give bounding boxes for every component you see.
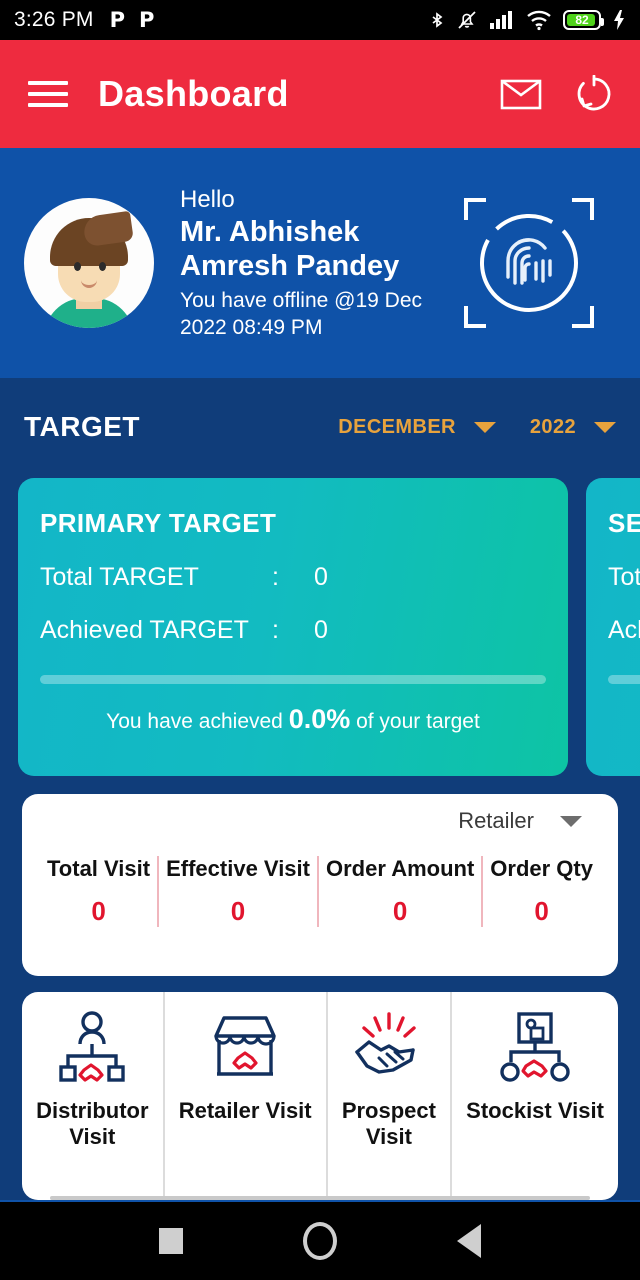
retailer-shop-icon xyxy=(206,1008,284,1090)
year-dropdown-value: 2022 xyxy=(529,415,576,438)
visit-type-value: Retailer xyxy=(458,808,534,833)
profile-section: Hello Mr. Abhishek Amresh Pandey You hav… xyxy=(0,148,640,378)
target-section-title: TARGET xyxy=(24,411,141,442)
stat-value: 0 xyxy=(230,896,246,926)
stockist-visit-icon xyxy=(497,1008,573,1090)
year-dropdown[interactable]: 2022 xyxy=(530,416,616,439)
visit-action-label: Stockist Visit xyxy=(466,1098,604,1123)
progress-prefix: You have achieved xyxy=(106,710,289,733)
colon-separator: : xyxy=(272,563,279,591)
achieved-target-row: Achieved TARGET : 0 xyxy=(40,616,546,645)
phone-screen: 3:26 PM P P 82 Dashboard Hello Mr. Abhis… xyxy=(0,0,640,1280)
charging-bolt-icon xyxy=(614,10,624,30)
recents-square-icon[interactable] xyxy=(159,1228,183,1254)
progress-caption: You have achieved 0.0% of your target xyxy=(40,704,546,735)
stat-effective-visit: Effective Visit 0 xyxy=(157,856,317,927)
achieved-target-label: Achieved TARGET xyxy=(608,616,640,644)
home-circle-icon[interactable] xyxy=(303,1222,337,1260)
prospect-handshake-icon xyxy=(349,1008,429,1090)
battery-icon: 82 xyxy=(563,10,604,30)
total-target-row: Total TARGET : 0 xyxy=(40,563,546,592)
android-navigation-bar xyxy=(0,1202,640,1280)
month-dropdown-value: DECEMBER xyxy=(338,415,456,438)
chevron-down-icon xyxy=(473,421,496,433)
stat-order-amount: Order Amount 0 xyxy=(316,856,481,927)
target-header: TARGET DECEMBER 2022 xyxy=(0,378,640,476)
back-triangle-icon[interactable] xyxy=(457,1224,481,1258)
stat-label: Total Visit xyxy=(47,856,151,881)
app-bar: Dashboard xyxy=(0,40,640,148)
achieved-target-row: Achieved TARGET : 0 xyxy=(608,616,640,645)
stat-value: 0 xyxy=(91,896,106,926)
achieved-target-label: Achieved TARGET xyxy=(40,616,249,644)
prospect-visit-button[interactable]: Prospect Visit xyxy=(325,992,450,1200)
mail-icon[interactable] xyxy=(500,77,542,111)
offline-status-text: You have offline @19 Dec 2022 08:49 PM xyxy=(180,289,422,339)
status-bar: 3:26 PM P P 82 xyxy=(0,0,640,40)
page-title: Dashboard xyxy=(98,73,289,114)
user-avatar[interactable] xyxy=(24,198,154,328)
greeting-label: Hello xyxy=(180,186,235,214)
retailer-visit-button[interactable]: Retailer Visit xyxy=(162,992,326,1200)
scroll-indicator xyxy=(50,1196,590,1200)
app-badge-p-2: P xyxy=(139,7,155,32)
stat-order-qty: Order Qty 0 xyxy=(481,856,600,927)
status-bar-notification-icons: P P xyxy=(109,7,155,32)
user-name: Mr. Abhishek Amresh Pandey xyxy=(180,216,400,283)
target-cards-carousel[interactable]: PRIMARY TARGET Total TARGET : 0 Achieved… xyxy=(18,478,640,776)
progress-bar xyxy=(608,675,640,684)
visit-type-dropdown[interactable]: Retailer xyxy=(40,808,600,834)
battery-percent-label: 82 xyxy=(575,13,589,27)
stat-label: Order Amount xyxy=(325,856,475,881)
visit-actions-card: Distributor Visit Retailer Visit Prospec… xyxy=(22,992,618,1200)
primary-target-card[interactable]: PRIMARY TARGET Total TARGET : 0 Achieved… xyxy=(18,478,568,776)
progress-caption: You have achieved 0.0% of your target xyxy=(608,704,640,735)
app-badge-p-1: P xyxy=(109,7,126,32)
stat-label: Effective Visit xyxy=(166,856,310,881)
status-bar-clock: 3:26 PM xyxy=(14,8,94,31)
stat-value: 0 xyxy=(392,896,408,926)
secondary-target-card[interactable]: SECONDARY TARGET Total TARGET : 0 Achiev… xyxy=(586,478,640,776)
total-target-label: Total TARGET xyxy=(40,563,199,591)
achieved-target-value: 0 xyxy=(314,616,328,644)
stat-total-visit: Total Visit 0 xyxy=(40,856,157,927)
visit-action-label: Prospect Visit xyxy=(341,1098,436,1150)
distributor-visit-icon xyxy=(54,1008,130,1090)
stat-label: Order Qty xyxy=(490,856,593,881)
visit-action-label: Distributor Visit xyxy=(36,1098,149,1150)
wifi-icon xyxy=(527,10,551,31)
status-bar-system-icons: 82 xyxy=(429,8,626,32)
notifications-muted-icon xyxy=(458,11,476,29)
visit-summary-card: Retailer Total Visit 0 Effective Visit 0… xyxy=(22,794,618,976)
colon-separator: : xyxy=(272,616,279,644)
visit-stats-row: Total Visit 0 Effective Visit 0 Order Am… xyxy=(40,856,600,927)
chevron-down-icon xyxy=(560,815,582,827)
total-target-value: 0 xyxy=(314,563,328,591)
progress-percent-value: 0.0% xyxy=(288,704,351,734)
total-target-row: Total TARGET : 0 xyxy=(608,563,640,592)
total-target-label: Total TARGET xyxy=(608,563,640,591)
month-dropdown[interactable]: DECEMBER xyxy=(338,416,496,439)
app-bar-actions xyxy=(500,75,612,113)
hamburger-menu-icon[interactable] xyxy=(28,74,68,114)
bluetooth-icon xyxy=(432,12,443,28)
distributor-visit-button[interactable]: Distributor Visit xyxy=(22,992,163,1200)
stockist-visit-button[interactable]: Stockist Visit xyxy=(450,992,618,1200)
greeting-block: Hello Mr. Abhishek Amresh Pandey You hav… xyxy=(180,185,464,341)
stat-value: 0 xyxy=(534,896,549,926)
progress-bar xyxy=(40,675,546,684)
sync-refresh-icon[interactable] xyxy=(576,75,612,113)
signal-icon xyxy=(490,11,512,29)
fingerprint-scan-icon[interactable] xyxy=(464,198,594,328)
visit-action-label: Retailer Visit xyxy=(178,1098,312,1123)
chevron-down-icon xyxy=(594,421,616,433)
card-title: PRIMARY TARGET xyxy=(40,508,277,538)
card-title: SECONDARY TARGET xyxy=(608,508,640,538)
progress-suffix: of your target xyxy=(350,710,480,733)
